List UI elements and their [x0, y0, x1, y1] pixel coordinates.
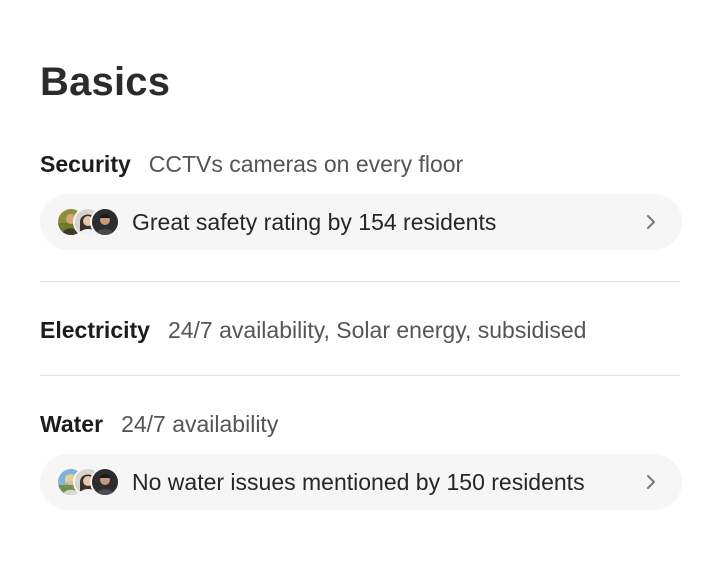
resident-avatar: [90, 207, 120, 237]
water-label: Water: [40, 410, 104, 437]
section-divider: [40, 281, 680, 282]
resident-avatars: [56, 467, 120, 497]
water-value: 24/7 availability: [121, 410, 279, 437]
resident-avatars: [56, 207, 120, 237]
electricity-label: Electricity: [40, 316, 150, 343]
water-insight-text: No water issues mentioned by 150 residen…: [132, 468, 585, 495]
security-insight-text: Great safety rating by 154 residents: [132, 208, 497, 235]
electricity-row: Electricity 24/7 availability, Solar ene…: [40, 315, 586, 345]
security-label: Security: [40, 150, 131, 177]
water-row: Water 24/7 availability: [40, 409, 278, 439]
security-row: Security CCTVs cameras on every floor: [40, 149, 463, 179]
chevron-right-icon: [644, 213, 658, 231]
section-title: Basics: [40, 60, 171, 104]
security-value: CCTVs cameras on every floor: [148, 150, 464, 177]
section-divider: [40, 375, 680, 376]
electricity-value: 24/7 availability, Solar energy, subsidi…: [167, 316, 587, 343]
water-issues-card[interactable]: No water issues mentioned by 150 residen…: [40, 454, 682, 510]
security-rating-card[interactable]: Great safety rating by 154 residents: [40, 194, 682, 250]
chevron-right-icon: [644, 473, 658, 491]
resident-avatar: [90, 467, 120, 497]
